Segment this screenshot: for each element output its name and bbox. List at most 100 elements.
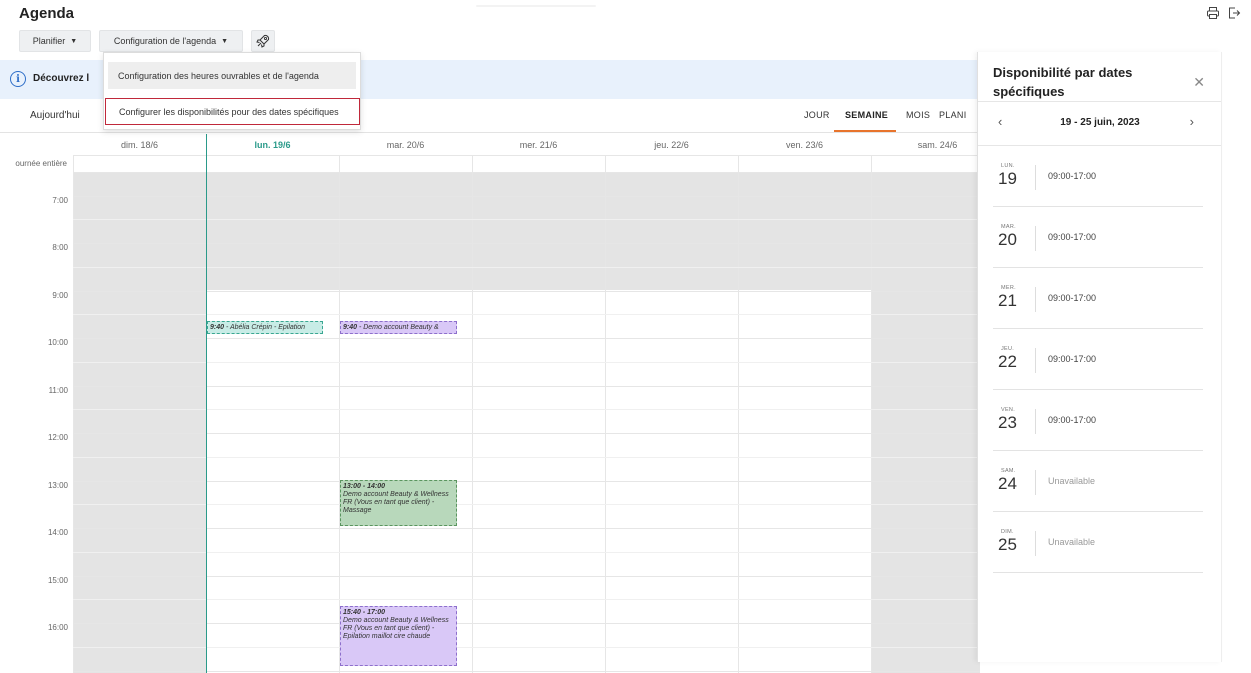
grid-halfhour-line bbox=[73, 267, 980, 268]
day-hours: 09:00-17:00 bbox=[1048, 415, 1097, 425]
day-header: ven. 23/6 bbox=[785, 139, 824, 150]
availability-day-row[interactable]: DIM. 25 Unavailable bbox=[993, 512, 1203, 573]
day-hours: 09:00-17:00 bbox=[1048, 293, 1097, 303]
grid-halfhour-line bbox=[73, 457, 980, 458]
top-icons bbox=[1206, 6, 1241, 20]
day-hours: 09:00-17:00 bbox=[1048, 354, 1097, 364]
offhours-shade bbox=[206, 173, 872, 290]
view-mois[interactable]: MOIS bbox=[906, 110, 930, 120]
view-jour[interactable]: JOUR bbox=[804, 110, 830, 120]
day-number: 19 bbox=[998, 169, 1017, 188]
today-line bbox=[206, 134, 207, 673]
availability-day-row[interactable]: LUN. 19 09:00-17:00 bbox=[993, 146, 1203, 207]
divider bbox=[1035, 409, 1036, 434]
grid-halfhour-line bbox=[73, 219, 980, 220]
week-navigator: ‹ 19 - 25 juin, 2023 › bbox=[978, 102, 1222, 144]
day-number: 22 bbox=[998, 352, 1017, 371]
offhours-shade bbox=[73, 173, 206, 673]
rocket-icon bbox=[256, 34, 270, 48]
availability-day-row[interactable]: VEN. 23 09:00-17:00 bbox=[993, 390, 1203, 451]
grid-hour-line bbox=[73, 338, 980, 339]
time-label: 9:00 bbox=[52, 291, 68, 300]
calendar-event[interactable]: 15:40 - 17:00 Demo account Beauty & Well… bbox=[340, 606, 457, 666]
grid-hour-line bbox=[73, 481, 980, 482]
today-button[interactable]: Aujourd'hui bbox=[30, 110, 80, 121]
calendar-event[interactable]: 9:40 - Abélia Crépin - Epilation bbox=[207, 321, 323, 334]
menu-item-specific-dates[interactable]: Configurer les disponibilités pour des d… bbox=[105, 98, 360, 125]
top-bar: Agenda Planifier ▼ Configuration de l'ag… bbox=[0, 0, 1251, 52]
availability-day-row[interactable]: SAM. 24 Unavailable bbox=[993, 451, 1203, 512]
grid-hour-line bbox=[73, 528, 980, 529]
grid-hour-line bbox=[73, 196, 980, 197]
availability-day-row[interactable]: MAR. 20 09:00-17:00 bbox=[993, 207, 1203, 268]
allday-label: ournée entière bbox=[15, 159, 67, 168]
grid-hour-line bbox=[73, 576, 980, 577]
grid-hour-line bbox=[73, 433, 980, 434]
grid-halfhour-line bbox=[73, 314, 980, 315]
page-title: Agenda bbox=[19, 5, 75, 22]
grid-hour-line bbox=[73, 243, 980, 244]
print-icon[interactable] bbox=[1206, 6, 1220, 20]
day-number: 23 bbox=[998, 413, 1017, 432]
panel-title: Disponibilité par dates spécifiques bbox=[993, 65, 1133, 99]
caret-down-icon: ▼ bbox=[221, 37, 229, 45]
planifier-label: Planifier bbox=[32, 36, 66, 46]
day-hours: 09:00-17:00 bbox=[1048, 171, 1097, 181]
availability-day-row[interactable]: JEU. 22 09:00-17:00 bbox=[993, 329, 1203, 390]
scrollbar[interactable] bbox=[1221, 52, 1222, 662]
menu-item-business-hours[interactable]: Configuration des heures ouvrables et de… bbox=[108, 62, 356, 89]
chevron-right-icon[interactable]: › bbox=[1190, 114, 1194, 129]
close-icon[interactable]: ✕ bbox=[1193, 74, 1205, 91]
calendar-event[interactable]: 13:00 - 14:00 Demo account Beauty & Well… bbox=[340, 480, 457, 526]
grid-hour-line bbox=[73, 291, 980, 292]
day-header-today: lun. 19/6 bbox=[254, 139, 291, 150]
planifier-button[interactable]: Planifier ▼ bbox=[19, 30, 91, 52]
grid-halfhour-line bbox=[73, 647, 980, 648]
info-icon: i bbox=[10, 71, 26, 87]
grid-halfhour-line bbox=[73, 504, 980, 505]
grid-halfhour-line bbox=[73, 362, 980, 363]
time-label: 10:00 bbox=[47, 338, 68, 347]
availability-panel: Disponibilité par dates spécifiques ✕ ‹ … bbox=[977, 52, 1222, 662]
availability-day-row[interactable]: MER. 21 09:00-17:00 bbox=[993, 268, 1203, 329]
offhours-shade bbox=[872, 173, 980, 673]
active-view-underline bbox=[834, 130, 896, 132]
caret-down-icon: ▼ bbox=[70, 37, 78, 45]
grid-column-line bbox=[605, 155, 606, 673]
agenda-config-button[interactable]: Configuration de l'agenda ▼ bbox=[99, 30, 243, 52]
grid-hour-line bbox=[73, 155, 980, 156]
grid-hour-line bbox=[73, 172, 980, 173]
grid-halfhour-line bbox=[73, 552, 980, 553]
time-label: 7:00 bbox=[52, 196, 68, 205]
day-header: mar. 20/6 bbox=[386, 139, 425, 150]
divider bbox=[1035, 165, 1036, 190]
divider bbox=[1035, 531, 1036, 556]
grid-column-line bbox=[339, 155, 340, 673]
day-header: jeu. 22/6 bbox=[654, 139, 689, 150]
calendar-event[interactable]: 9:40 - Demo account Beauty & bbox=[340, 321, 457, 334]
day-header: dim. 18/6 bbox=[120, 139, 159, 150]
time-label: 12:00 bbox=[47, 433, 68, 442]
grid-column-line bbox=[73, 155, 74, 673]
banner-text: Découvrez l bbox=[33, 73, 90, 84]
logout-icon[interactable] bbox=[1227, 6, 1241, 20]
day-number: 21 bbox=[998, 291, 1017, 310]
grid-column-line bbox=[871, 155, 872, 673]
grid-hour-line bbox=[73, 386, 980, 387]
rocket-button[interactable] bbox=[251, 30, 275, 52]
divider bbox=[1035, 348, 1036, 373]
divider bbox=[1035, 287, 1036, 312]
day-number: 20 bbox=[998, 230, 1017, 249]
grid-column-line bbox=[472, 155, 473, 673]
time-label: 8:00 bbox=[52, 243, 68, 252]
time-label: 15:00 bbox=[47, 576, 68, 585]
view-semaine[interactable]: SEMAINE bbox=[845, 110, 888, 120]
time-label: 11:00 bbox=[48, 386, 68, 395]
top-indicator bbox=[476, 5, 596, 7]
agenda-config-dropdown: Configuration des heures ouvrables et de… bbox=[103, 52, 361, 130]
view-planning[interactable]: PLANI bbox=[939, 110, 967, 120]
day-header: sam. 24/6 bbox=[917, 139, 958, 150]
calendar-grid: dim. 18/6 lun. 19/6 mar. 20/6 mer. 21/6 … bbox=[0, 134, 980, 673]
day-header: mer. 21/6 bbox=[519, 139, 558, 150]
day-hours: Unavailable bbox=[1048, 476, 1096, 486]
